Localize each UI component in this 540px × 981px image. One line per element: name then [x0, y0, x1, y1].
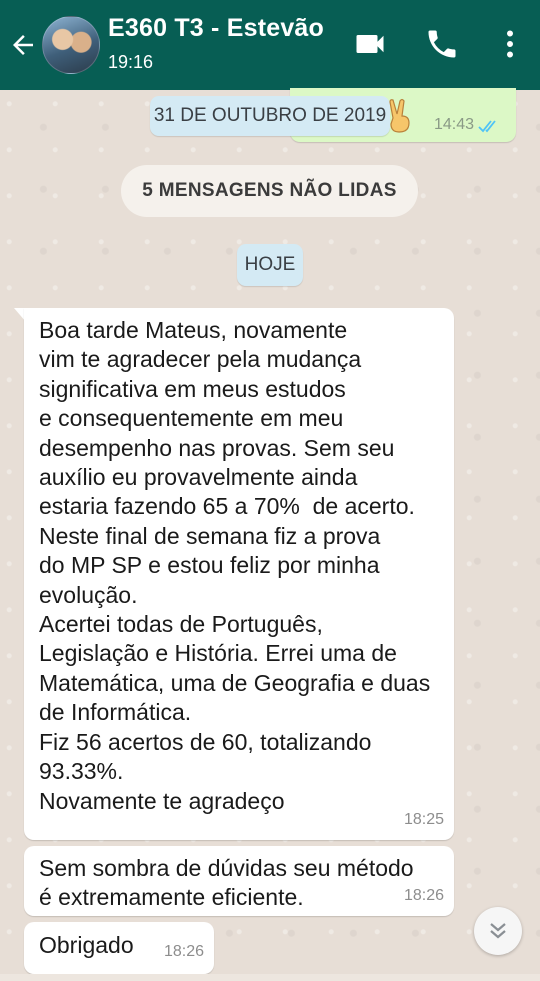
message-time: 14:43 — [433, 116, 474, 133]
message-time: 18:26 — [163, 942, 204, 960]
message-text: Obrigado — [39, 932, 134, 958]
message-time: 18:25 — [403, 810, 444, 828]
back-arrow-icon[interactable] — [8, 30, 38, 60]
double-check-read-icon — [478, 120, 496, 133]
message-time: 18:26 — [403, 886, 444, 904]
scroll-to-bottom-button[interactable] — [474, 907, 522, 955]
video-call-icon[interactable] — [352, 26, 388, 62]
avatar[interactable] — [42, 16, 100, 74]
incoming-message-bubble[interactable]: Boa tarde Mateus, novamente vim te agrad… — [24, 308, 454, 840]
incoming-message-bubble[interactable]: Sem sombra de dúvidas seu método é extre… — [24, 846, 454, 916]
bottom-edge — [0, 974, 540, 981]
date-separator: 31 DE OUTUBRO DE 2019 — [150, 96, 390, 136]
more-options-icon[interactable] — [492, 26, 528, 62]
date-separator-today: HOJE — [237, 244, 303, 286]
incoming-message-bubble[interactable]: Obrigado 18:26 — [24, 922, 214, 974]
victory-hand-emoji-icon — [389, 98, 410, 133]
contact-name[interactable]: E360 T3 - Estevão — [108, 14, 324, 43]
message-text: Sem sombra de dúvidas seu método é extre… — [39, 855, 414, 911]
message-text: Boa tarde Mateus, novamente vim te agrad… — [39, 317, 431, 814]
voice-call-icon[interactable] — [424, 26, 460, 62]
double-chevron-down-icon — [490, 923, 506, 939]
contact-status: 19:16 — [108, 52, 154, 72]
chat-header: E360 T3 - Estevão 19:16 — [0, 0, 540, 90]
unread-messages-banner: 5 MENSAGENS NÃO LIDAS — [121, 165, 418, 217]
